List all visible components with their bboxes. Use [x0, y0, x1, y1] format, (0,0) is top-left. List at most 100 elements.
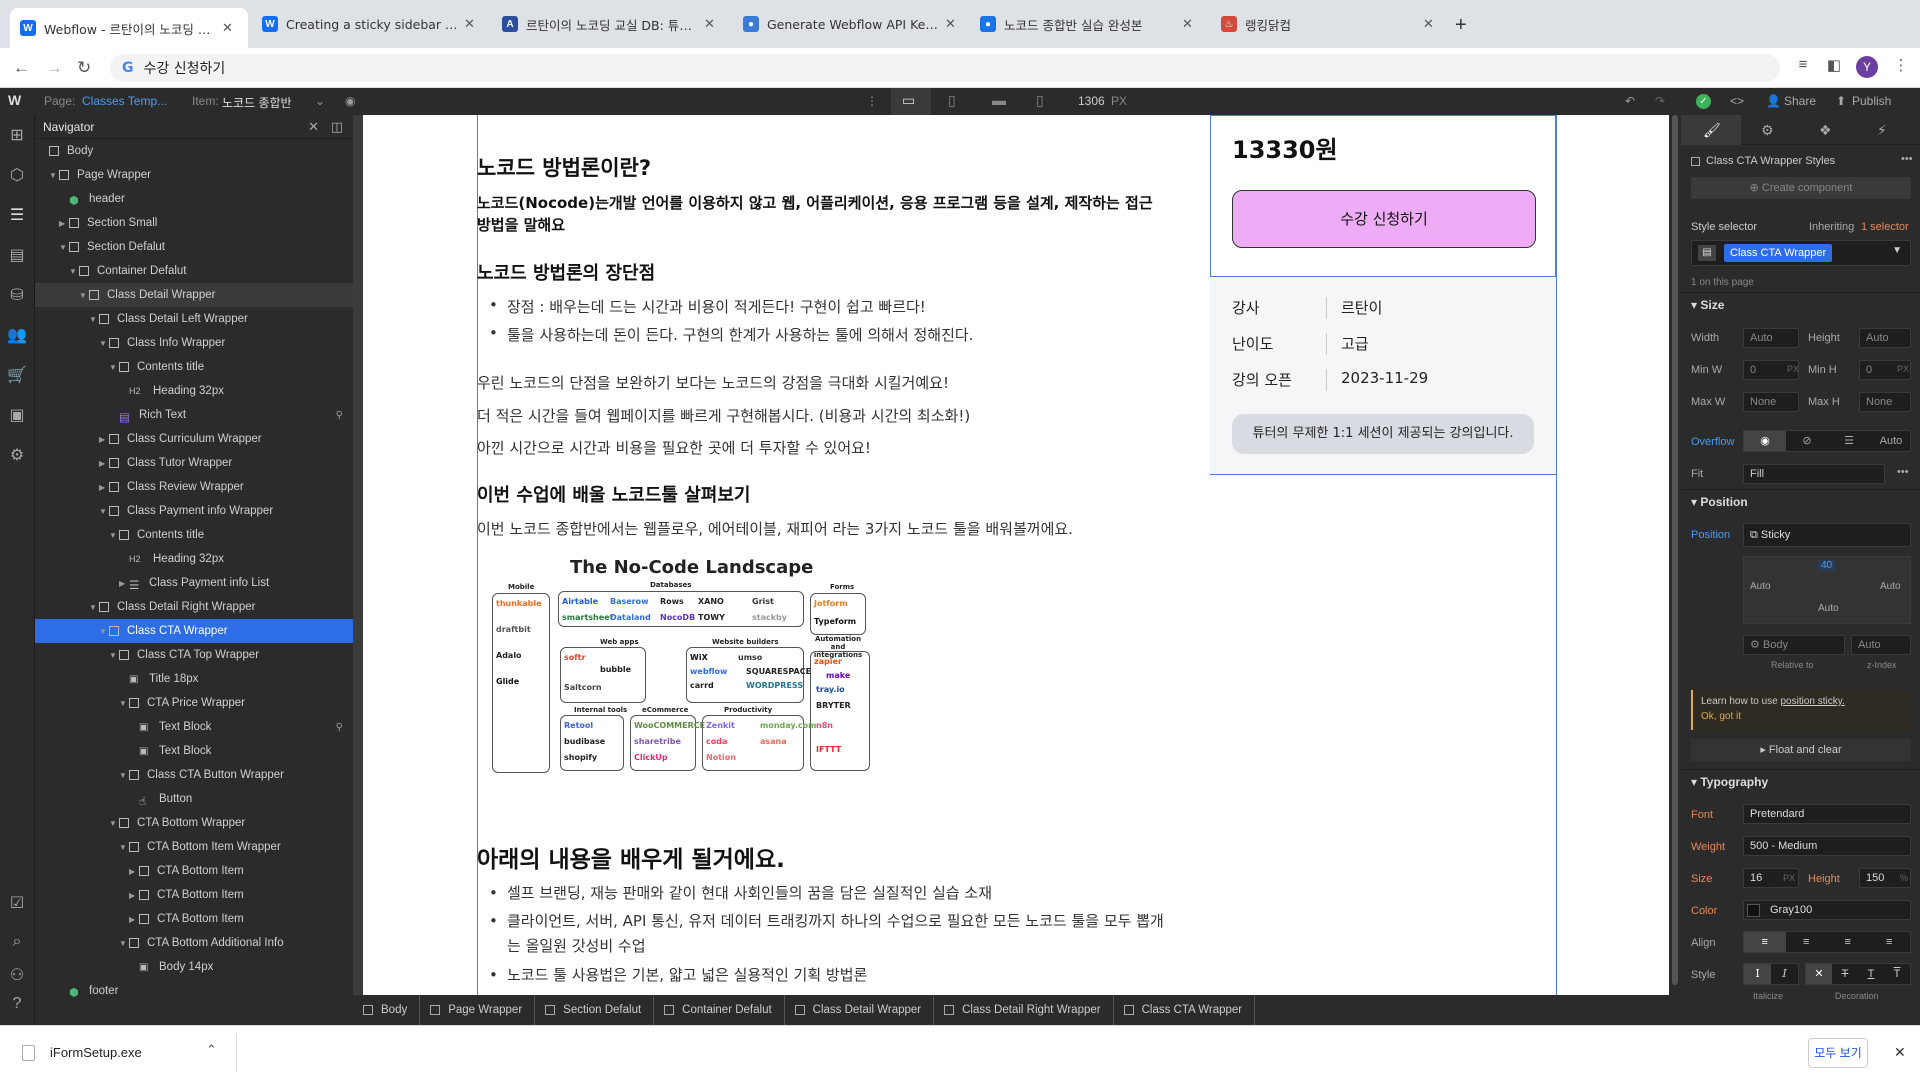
media-control-icon[interactable]: ≡ — [1792, 56, 1814, 78]
style-manager-icon[interactable]: ❖ — [1819, 122, 1832, 139]
z-index-input[interactable]: Auto — [1851, 635, 1911, 655]
expand-arrow-icon[interactable]: ▼ — [119, 939, 129, 948]
expand-arrow-icon[interactable]: ▶ — [59, 219, 69, 228]
close-tab-icon[interactable]: ✕ — [464, 16, 480, 32]
search-icon[interactable]: ⌕ — [7, 933, 27, 953]
navigator-item[interactable]: ▶ Class Review Wrapper — [35, 475, 353, 499]
components-icon[interactable]: ⬡ — [7, 165, 27, 185]
align-left-icon[interactable]: ≡ — [1744, 932, 1786, 952]
expand-arrow-icon[interactable]: ▼ — [109, 819, 119, 828]
cms-icon[interactable]: ⛁ — [7, 285, 27, 305]
selector-type-icon[interactable]: ▤ — [1698, 245, 1716, 261]
enroll-button[interactable]: 수강 신청하기 — [1232, 190, 1536, 248]
position-bottom-input[interactable]: Auto — [1818, 603, 1839, 614]
browser-tab[interactable]: W Creating a sticky sidebar | Web ✕ — [252, 8, 490, 40]
close-tab-icon[interactable]: ✕ — [704, 16, 720, 32]
navigator-item[interactable]: ▶ ☰ Class Payment info List — [35, 571, 353, 595]
relative-to-select[interactable]: ⚙ Body — [1743, 635, 1845, 655]
navigator-item[interactable]: ▼ Class Detail Wrapper — [35, 283, 353, 307]
interactions-icon[interactable]: ⚡ — [1877, 122, 1887, 139]
item-selector[interactable]: 노코드 종합반 — [222, 94, 292, 111]
browser-tab[interactable]: A 르탄이의 노코딩 교실 DB: 튜터 - Ai ✕ — [492, 8, 730, 40]
webflow-logo[interactable]: W — [8, 92, 21, 108]
more-icon[interactable]: ⋮ — [866, 94, 878, 108]
got-it-link[interactable]: Ok, got it — [1701, 711, 1741, 722]
close-tab-icon[interactable]: ✕ — [222, 20, 238, 36]
breadcrumb-item[interactable]: Body — [353, 995, 421, 1025]
navigator-item[interactable]: H2 Heading 32px — [35, 379, 353, 403]
underline-icon[interactable]: T — [1858, 964, 1884, 984]
weight-select[interactable]: 500 - Medium — [1743, 836, 1911, 856]
chevron-down-icon[interactable]: ⌄ — [315, 94, 325, 108]
code-icon[interactable]: <> — [1730, 94, 1744, 108]
help-icon[interactable]: ? — [7, 995, 27, 1015]
navigator-item[interactable]: ▼ Section Defalut — [35, 235, 353, 259]
navigator-item[interactable]: ▣ Body 14px — [35, 955, 353, 979]
expand-arrow-icon[interactable]: ▶ — [129, 867, 139, 876]
address-bar[interactable]: G 수강 신청하기 — [110, 54, 1780, 82]
close-download-bar-icon[interactable]: ✕ — [1894, 1044, 1906, 1061]
upright-icon[interactable]: I — [1744, 964, 1771, 984]
overflow-visible-icon[interactable]: ◉ — [1744, 431, 1786, 451]
browser-tab[interactable]: W Webflow - 르탄이의 노코딩 교실 C ✕ — [10, 8, 248, 48]
desktop-icon[interactable]: ▭ — [902, 92, 915, 109]
navigator-item[interactable]: ▼ Class Detail Left Wrapper — [35, 307, 353, 331]
navigator-item[interactable]: Body — [35, 139, 353, 163]
expand-arrow-icon[interactable]: ▼ — [89, 315, 99, 324]
navigator-item[interactable]: H2 Heading 32px — [35, 547, 353, 571]
settings-icon[interactable]: ⚙ — [7, 445, 27, 465]
back-icon[interactable]: ← — [13, 58, 30, 78]
sidepanel-icon[interactable]: ◧ — [1823, 56, 1845, 78]
mobile-portrait-icon[interactable]: ▯ — [1036, 92, 1044, 109]
width-input[interactable]: Auto — [1743, 328, 1799, 348]
brush-icon[interactable]: 🖌 — [1703, 122, 1721, 139]
style-selector-field[interactable]: ▤ Class CTA Wrapper ▼ — [1691, 240, 1911, 266]
expand-arrow-icon[interactable]: ▶ — [119, 579, 129, 588]
expand-arrow-icon[interactable]: ▼ — [69, 267, 79, 276]
italic-icon[interactable]: I — [1771, 964, 1798, 984]
breadcrumb-item[interactable]: Class CTA Wrapper — [1114, 995, 1256, 1025]
profile-avatar[interactable]: Y — [1856, 56, 1878, 78]
download-filename[interactable]: iFormSetup.exe — [50, 1045, 142, 1060]
navigator-item[interactable]: ⬢ footer — [35, 979, 353, 1003]
navigator-item[interactable]: ▶ CTA Bottom Item — [35, 883, 353, 907]
menu-icon[interactable]: ⋮ — [1890, 56, 1912, 78]
audit-check-icon[interactable]: ☑ — [7, 893, 27, 913]
redo-icon[interactable]: ↷ — [1655, 94, 1665, 108]
min-width-unit[interactable]: PX — [1787, 364, 1799, 374]
undo-icon[interactable]: ↶ — [1625, 94, 1635, 108]
size-section-header[interactable]: ▾ Size — [1681, 292, 1920, 316]
pin-icon[interactable]: ⚲ — [336, 722, 343, 733]
navigator-item[interactable]: ▣ Text Block — [35, 739, 353, 763]
expand-arrow-icon[interactable]: ▼ — [109, 651, 119, 660]
font-size-unit[interactable]: PX — [1783, 873, 1795, 883]
navigator-item[interactable]: ☝ Button — [35, 787, 353, 811]
expand-arrow-icon[interactable]: ▼ — [119, 699, 129, 708]
navigator-item[interactable]: ▼ Class CTA Top Wrapper — [35, 643, 353, 667]
align-center-icon[interactable]: ≡ — [1786, 932, 1828, 952]
breadcrumb-item[interactable]: Class Detail Right Wrapper — [934, 995, 1114, 1025]
close-tab-icon[interactable]: ✕ — [1182, 16, 1198, 32]
expand-arrow-icon[interactable]: ▶ — [129, 891, 139, 900]
assets-icon[interactable]: ▣ — [7, 405, 27, 425]
overflow-hidden-icon[interactable]: ⊘ — [1786, 431, 1828, 451]
forward-icon[interactable]: → — [46, 58, 63, 78]
overflow-scroll-icon[interactable]: ☰ — [1828, 431, 1870, 451]
navigator-item[interactable]: ▶ Section Small — [35, 211, 353, 235]
publish-button[interactable]: Publish — [1852, 94, 1891, 108]
position-select[interactable]: ⧉ Sticky — [1743, 523, 1911, 547]
position-right-input[interactable]: Auto — [1880, 581, 1901, 592]
canvas-scrollbar[interactable] — [1669, 115, 1681, 995]
min-height-unit[interactable]: PX — [1897, 364, 1909, 374]
breadcrumb-item[interactable]: Class Detail Wrapper — [785, 995, 935, 1025]
expand-arrow-icon[interactable]: ▶ — [129, 915, 139, 924]
navigator-item[interactable]: ▼ Class Info Wrapper — [35, 331, 353, 355]
pin-icon[interactable]: ⚲ — [336, 410, 343, 421]
expand-arrow-icon[interactable]: ▼ — [59, 243, 69, 252]
expand-arrow-icon[interactable]: ▼ — [89, 603, 99, 612]
color-input[interactable]: Gray100 — [1743, 900, 1911, 920]
expand-arrow-icon[interactable]: ▼ — [99, 339, 109, 348]
height-input[interactable]: Auto — [1859, 328, 1911, 348]
create-component-button[interactable]: ⊕ Create component — [1691, 177, 1911, 199]
float-clear-button[interactable]: ▸ Float and clear — [1691, 739, 1911, 761]
